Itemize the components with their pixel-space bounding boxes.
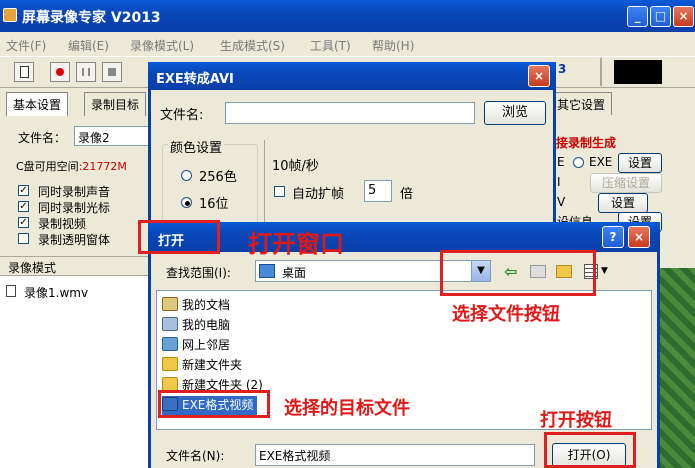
fps-label: 10帧/秒: [272, 159, 319, 174]
label-record-video: 录制视频: [38, 217, 87, 231]
annotation-box-toolbar: [440, 250, 596, 296]
checkbox-transparent-window[interactable]: [18, 233, 29, 244]
look-in-value: 桌面: [282, 266, 307, 280]
open-dialog-title-bar[interactable]: [148, 222, 660, 252]
disk-space-value: :21772M: [78, 160, 127, 173]
checkbox-record-video[interactable]: ✓: [18, 217, 29, 228]
computer-icon: [162, 317, 178, 331]
recording-list[interactable]: [0, 275, 158, 468]
documents-icon: [162, 297, 178, 311]
recording-item[interactable]: 录像1.wmv: [24, 284, 88, 301]
filename-label: 文件名：: [18, 131, 67, 145]
exe-dialog-title: EXE转成AVI: [156, 72, 234, 87]
help-button[interactable]: ?: [602, 226, 624, 248]
direct-generate-heading: 接录制生成: [556, 136, 617, 150]
stop-icon[interactable]: [102, 62, 122, 82]
open-dialog-close-button[interactable]: ×: [628, 226, 650, 248]
main-filename-input[interactable]: 录像2: [74, 126, 152, 146]
radio-16-bit[interactable]: [181, 197, 192, 208]
folder-icon: [162, 377, 178, 391]
annotation-select-button: 选择文件按钮: [452, 304, 560, 325]
checkbox-record-audio[interactable]: ✓: [18, 185, 29, 196]
menu-help[interactable]: 帮助(H): [372, 37, 414, 54]
right-radio-label-e: E: [557, 155, 565, 169]
annotation-open-button: 打开按钮: [540, 410, 612, 431]
right-radio-label-v: V: [557, 195, 566, 209]
toolbar-number: 3: [558, 62, 567, 76]
exe-radio-label: EXE: [589, 155, 613, 169]
tab-other-settings[interactable]: 其它设置: [550, 92, 613, 116]
annotation-box-target: [158, 390, 270, 418]
list-item[interactable]: 新建文件夹: [162, 356, 242, 375]
new-doc-icon[interactable]: [14, 62, 34, 82]
exe-settings-button[interactable]: 设置: [618, 153, 662, 173]
annotation-box-title: [138, 220, 220, 254]
open-filename-input[interactable]: EXE格式视频: [255, 444, 535, 466]
settings-button-2[interactable]: 设置: [598, 193, 648, 213]
annotation-target-file: 选择的目标文件: [284, 398, 410, 419]
close-button[interactable]: ×: [673, 6, 694, 27]
label-record-cursor: 同时录制光标: [38, 201, 111, 215]
list-item[interactable]: 网上邻居: [162, 336, 230, 355]
auto-frame-label: 自动扩帧: [292, 187, 345, 202]
exe-filename-label: 文件名:: [160, 108, 204, 123]
file-icon: [6, 285, 16, 297]
record-icon[interactable]: [50, 62, 70, 82]
network-icon: [162, 337, 178, 351]
app-icon: [3, 8, 17, 22]
menu-generate-mode[interactable]: 生成模式(S): [220, 37, 285, 54]
menu-file[interactable]: 文件(F): [6, 37, 46, 54]
tab-record-target[interactable]: 录制目标: [84, 92, 147, 116]
compress-settings-button[interactable]: 压缩设置: [590, 173, 662, 193]
exe-filename-input[interactable]: [225, 102, 475, 124]
pause-icon[interactable]: [76, 62, 96, 82]
label-record-audio: 同时录制声音: [38, 185, 111, 199]
annotation-open-window: 打开窗口: [248, 230, 344, 258]
toolbar-separator: [600, 58, 602, 86]
desktop-icon: [259, 264, 275, 278]
list-item[interactable]: 我的电脑: [162, 316, 230, 335]
look-in-label: 查找范围(I):: [166, 266, 231, 280]
mode-header: 录像模式: [8, 261, 57, 275]
exe-dialog-close-button[interactable]: ×: [528, 65, 550, 87]
preview-box: [614, 60, 662, 84]
radio-256-color[interactable]: [181, 170, 192, 181]
annotation-box-open: [544, 432, 636, 468]
checkbox-record-cursor[interactable]: ✓: [18, 201, 29, 212]
exe-radio[interactable]: [573, 157, 584, 168]
times-label: 倍: [400, 187, 414, 202]
label-transparent-window: 录制透明窗体: [38, 233, 111, 247]
list-item[interactable]: 我的文档: [162, 296, 230, 315]
menu-record-mode[interactable]: 录像模式(L): [130, 37, 194, 54]
browse-button[interactable]: 浏览: [484, 101, 546, 125]
exe-dialog-divider: [264, 140, 265, 224]
label-256-color: 256色: [199, 170, 237, 185]
open-filename-label: 文件名(N):: [166, 449, 225, 463]
auto-frame-input[interactable]: 5: [364, 180, 392, 202]
minimize-button[interactable]: _: [627, 6, 648, 27]
menu-tools[interactable]: 工具(T): [310, 37, 351, 54]
right-radio-label-i: I: [557, 175, 561, 189]
disk-space-label: C盘可用空间:21772M: [16, 160, 127, 173]
color-settings-label: 颜色设置: [168, 137, 225, 156]
view-dropdown-icon[interactable]: ▼: [601, 266, 608, 276]
tab-basic-settings[interactable]: 基本设置: [6, 92, 69, 116]
menu-edit[interactable]: 编辑(E): [68, 37, 109, 54]
main-window-title: 屏幕录像专家 V2013: [22, 10, 161, 26]
label-16-bit: 16位: [199, 197, 229, 212]
checkbox-auto-frame[interactable]: [274, 186, 285, 197]
folder-icon: [162, 357, 178, 371]
maximize-button[interactable]: □: [650, 6, 671, 27]
background-image-strip: [658, 268, 695, 468]
